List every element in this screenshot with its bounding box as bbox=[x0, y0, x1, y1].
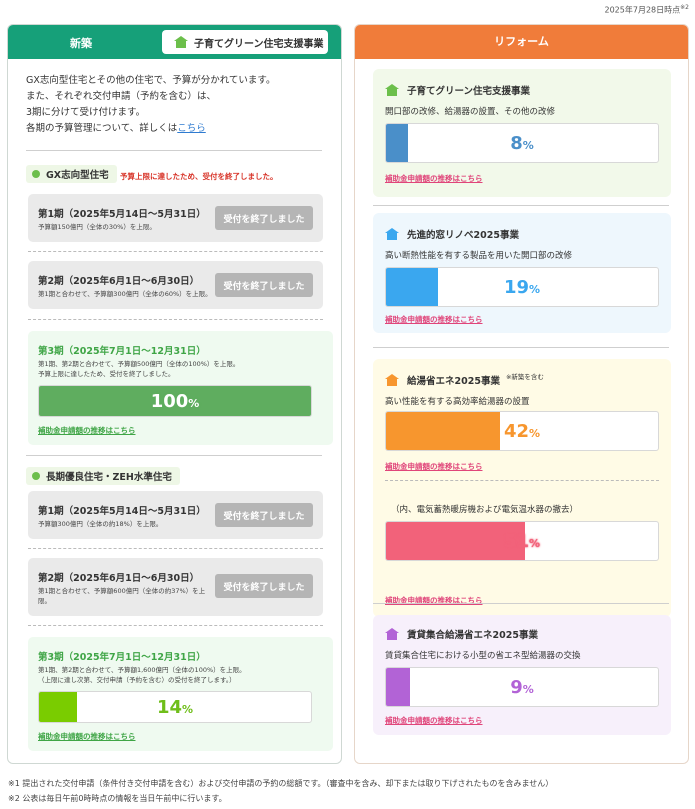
gx-p1-closed-button[interactable]: 受付を終了しました bbox=[215, 206, 313, 230]
window-progress-bar: 19% bbox=[385, 267, 659, 307]
heater-chart-link[interactable]: 補助金申請額の推移はこちら bbox=[385, 461, 483, 472]
gx-section-label: GX志向型住宅 bbox=[26, 165, 117, 183]
rental-progress-label: 9% bbox=[510, 676, 534, 698]
kosodate-badge: 子育てグリーン住宅支援事業 bbox=[162, 30, 328, 54]
zeh-p1-closed-button[interactable]: 受付を終了しました bbox=[215, 503, 313, 527]
window-house-icon bbox=[385, 228, 399, 240]
divider bbox=[26, 150, 322, 151]
zeh-progress-bar: 14% bbox=[38, 691, 312, 723]
footnote-2: ※2 公表は毎日午前0時時点の情報を当日午前中に行います。 bbox=[8, 794, 227, 803]
window-progress-label: 19% bbox=[503, 276, 541, 298]
heater-removal-chart-link[interactable]: 補助金申請額の推移はこちら bbox=[385, 595, 483, 606]
house-icon bbox=[174, 36, 188, 48]
house-icon bbox=[385, 84, 399, 96]
zeh-progress-label: 14% bbox=[156, 696, 194, 718]
zeh-period-3: 第3期（2025年7月1日～12月31日） 第1期、第2期と合わせて、予算額1,… bbox=[28, 637, 333, 751]
gx-p2-closed-button[interactable]: 受付を終了しました bbox=[215, 273, 313, 297]
gx-period-2: 第2期（2025年6月1日～6月30日） 第1期と合わせて、予算額300億円（全… bbox=[28, 261, 323, 309]
dashed-divider bbox=[28, 319, 323, 320]
gx-chart-link[interactable]: 補助金申請額の推移はこちら bbox=[38, 425, 136, 436]
kosodate-progress-label: 8% bbox=[510, 132, 534, 154]
gx-period-1: 第1期（2025年5月14日～5月31日） 予算額150億円（全体の30%）を上… bbox=[28, 194, 323, 242]
zeh-period-1: 第1期（2025年5月14日～5月31日） 予算額300億円（全体の約18%）を… bbox=[28, 491, 323, 539]
rental-progress-bar: 9% bbox=[385, 667, 659, 707]
window-chart-link[interactable]: 補助金申請額の推移はこちら bbox=[385, 314, 483, 325]
reform-column: リフォーム 子育てグリーン住宅支援事業 開口部の改修、給湯器の設置、その他の改修… bbox=[354, 24, 689, 764]
divider bbox=[26, 455, 322, 456]
gx-progress-bar: 100% bbox=[38, 385, 312, 417]
heater-progress-label: 42% bbox=[503, 420, 541, 442]
dashed-divider bbox=[385, 480, 659, 481]
new-build-column: 新築 子育てグリーン住宅支援事業 GX志向型住宅とその他の住宅で、予算が分かれて… bbox=[7, 24, 342, 764]
heater-house-icon bbox=[385, 374, 399, 386]
heater-removal-progress-label: 51% bbox=[503, 530, 541, 552]
details-link[interactable]: こちら bbox=[177, 123, 206, 134]
zeh-period-2: 第2期（2025年6月1日～6月30日） 第1期と合わせて、予算額600億円（全… bbox=[28, 558, 323, 616]
intro-text: GX志向型住宅とその他の住宅で、予算が分かれています。 また、それぞれ交付申請（… bbox=[26, 75, 276, 134]
window-renovation-card: 先進的窓リノベ2025事業 高い断熱性能を有する製品を用いた開口部の改修 19%… bbox=[373, 213, 671, 333]
zeh-chart-link[interactable]: 補助金申請額の推移はこちら bbox=[38, 731, 136, 742]
timestamp: 2025年7月28日時点※2 bbox=[604, 4, 690, 15]
divider bbox=[373, 603, 669, 604]
kosodate-progress-bar: 8% bbox=[385, 123, 659, 163]
new-build-header: 新築 子育てグリーン住宅支援事業 bbox=[8, 25, 341, 59]
gx-period-3: 第3期（2025年7月1日～12月31日） 第1期、第2期と合わせて、予算額50… bbox=[28, 331, 333, 445]
dashed-divider bbox=[28, 251, 323, 252]
divider bbox=[373, 205, 669, 206]
footnote-1: ※1 提出された交付申請（条件付き交付申請を含む）および交付申請の予約の総額です… bbox=[8, 779, 554, 788]
reform-header: リフォーム bbox=[355, 25, 688, 59]
kosodate-reform-card: 子育てグリーン住宅支援事業 開口部の改修、給湯器の設置、その他の改修 8% 補助… bbox=[373, 69, 671, 197]
zeh-p2-closed-button[interactable]: 受付を終了しました bbox=[215, 574, 313, 598]
water-heater-card: 給湯省エネ2025事業 ※新築を含む 高い性能を有する高効率給湯器の設置 42% … bbox=[373, 359, 671, 617]
gx-progress-label: 100% bbox=[150, 390, 200, 412]
dot-icon bbox=[32, 170, 40, 178]
dashed-divider bbox=[28, 625, 323, 626]
new-build-title: 新築 bbox=[70, 37, 92, 50]
dashed-divider bbox=[28, 548, 323, 549]
rental-chart-link[interactable]: 補助金申請額の推移はこちら bbox=[385, 715, 483, 726]
zeh-section-label: 長期優良住宅・ZEH水準住宅 bbox=[26, 467, 180, 485]
divider bbox=[373, 347, 669, 348]
heater-removal-progress-bar: 51% bbox=[385, 521, 659, 561]
kosodate-chart-link[interactable]: 補助金申請額の推移はこちら bbox=[385, 173, 483, 184]
heater-progress-bar: 42% bbox=[385, 411, 659, 451]
gx-closed-notice: 予算上限に達したため、受付を終了しました。 bbox=[120, 172, 278, 181]
dot-icon bbox=[32, 472, 40, 480]
rental-building-icon bbox=[385, 628, 399, 640]
rental-water-heater-card: 賃貸集合給湯省エネ2025事業 賃貸集合住宅における小型の省エネ型給湯器の交換 … bbox=[373, 615, 671, 735]
